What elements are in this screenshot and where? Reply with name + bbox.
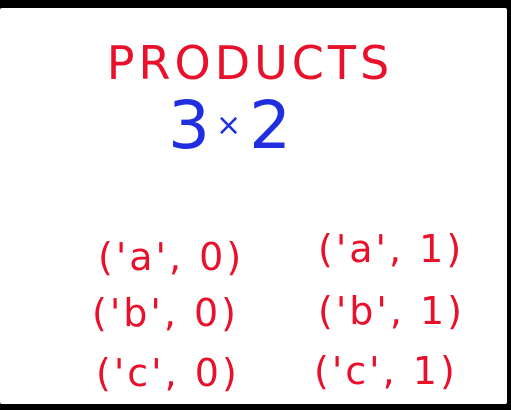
pair-a-0: ('a', 0) (98, 235, 245, 279)
left-operand: 3 (168, 87, 210, 164)
product-expression: 3 × 2 (168, 86, 291, 166)
right-operand: 2 (249, 87, 292, 164)
times-operator: × (216, 108, 242, 143)
pair-b-1: ('b', 1) (318, 289, 465, 333)
whiteboard: PRODUCTS 3 × 2 ('a', 0) ('a', 1) ('b', 0… (0, 8, 507, 404)
pairs-grid: ('a', 0) ('a', 1) ('b', 0) ('b', 1) ('c'… (0, 226, 507, 404)
pair-b-0: ('b', 0) (92, 291, 239, 335)
pair-c-1: ('c', 1) (314, 349, 458, 393)
title: PRODUCTS (106, 36, 394, 90)
pair-a-1: ('a', 1) (318, 227, 465, 271)
pair-c-0: ('c', 0) (96, 351, 240, 395)
